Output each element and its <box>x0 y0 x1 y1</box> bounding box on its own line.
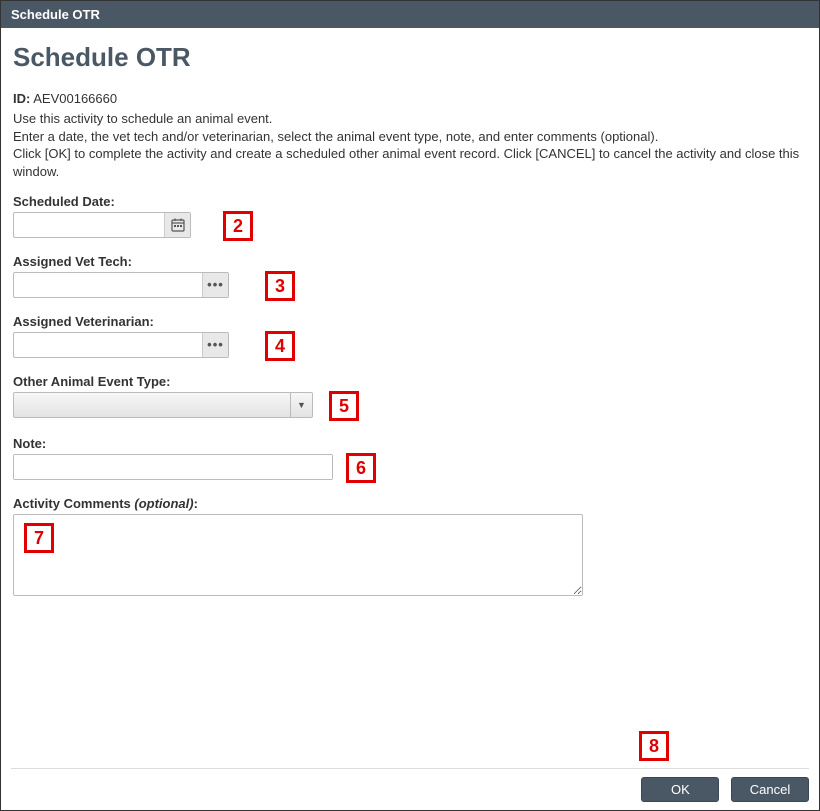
ellipsis-icon[interactable]: ••• <box>202 333 228 357</box>
callout-2: 2 <box>223 211 253 241</box>
other-event-type-value <box>14 393 290 417</box>
assigned-vet-tech-label: Assigned Vet Tech: <box>13 254 807 269</box>
cancel-button[interactable]: Cancel <box>731 777 809 802</box>
window-titlebar: Schedule OTR <box>1 1 819 28</box>
callout-6: 6 <box>346 453 376 483</box>
calendar-icon[interactable] <box>164 213 190 237</box>
callout-5: 5 <box>329 391 359 421</box>
field-other-event-type: Other Animal Event Type: ▼ 5 <box>13 374 807 420</box>
footer-buttons: 8 OK Cancel <box>11 777 809 802</box>
note-label: Note: <box>13 436 807 451</box>
field-activity-comments: Activity Comments (optional): 7 <box>13 496 807 596</box>
assigned-veterinarian-label: Assigned Veterinarian: <box>13 314 807 329</box>
assigned-vet-tech-input[interactable] <box>14 273 202 297</box>
activity-comments-label-optional: (optional) <box>134 496 193 511</box>
note-input-wrap <box>13 454 333 480</box>
form-content: Schedule OTR ID: AEV00166660 Use this ac… <box>1 28 819 596</box>
activity-comments-input[interactable] <box>14 515 582 595</box>
activity-comments-label-colon: : <box>194 496 198 511</box>
id-value: AEV00166660 <box>33 91 117 106</box>
callout-3: 3 <box>265 271 295 301</box>
assigned-veterinarian-input-wrap: ••• <box>13 332 229 358</box>
callout-8: 8 <box>639 731 669 761</box>
window-title: Schedule OTR <box>11 7 100 22</box>
ellipsis-icon[interactable]: ••• <box>202 273 228 297</box>
assigned-veterinarian-input[interactable] <box>14 333 202 357</box>
chevron-down-icon[interactable]: ▼ <box>290 393 312 417</box>
other-event-type-label: Other Animal Event Type: <box>13 374 807 389</box>
field-assigned-vet-tech: Assigned Vet Tech: ••• 3 <box>13 254 807 298</box>
field-scheduled-date: Scheduled Date: 2 <box>13 194 807 238</box>
field-note: Note: 6 <box>13 436 807 480</box>
callout-4: 4 <box>265 331 295 361</box>
page-heading: Schedule OTR <box>13 42 807 73</box>
footer-divider <box>11 768 809 769</box>
scheduled-date-label: Scheduled Date: <box>13 194 807 209</box>
scheduled-date-input[interactable] <box>14 213 164 237</box>
id-row: ID: AEV00166660 <box>13 91 807 106</box>
activity-comments-wrap: 7 <box>13 514 583 596</box>
other-event-type-select[interactable]: ▼ <box>13 392 313 418</box>
id-label: ID: <box>13 91 30 106</box>
scheduled-date-input-wrap <box>13 212 191 238</box>
instructions: Use this activity to schedule an animal … <box>13 110 807 180</box>
callout-7: 7 <box>24 523 54 553</box>
activity-comments-label: Activity Comments (optional): <box>13 496 807 511</box>
footer: 8 OK Cancel <box>11 768 809 802</box>
assigned-vet-tech-input-wrap: ••• <box>13 272 229 298</box>
instructions-line-2: Enter a date, the vet tech and/or veteri… <box>13 128 807 146</box>
ok-button[interactable]: OK <box>641 777 719 802</box>
instructions-line-3: Click [OK] to complete the activity and … <box>13 145 807 180</box>
instructions-line-1: Use this activity to schedule an animal … <box>13 110 807 128</box>
field-assigned-veterinarian: Assigned Veterinarian: ••• 4 <box>13 314 807 358</box>
note-input[interactable] <box>14 455 332 479</box>
activity-comments-label-main: Activity Comments <box>13 496 131 511</box>
